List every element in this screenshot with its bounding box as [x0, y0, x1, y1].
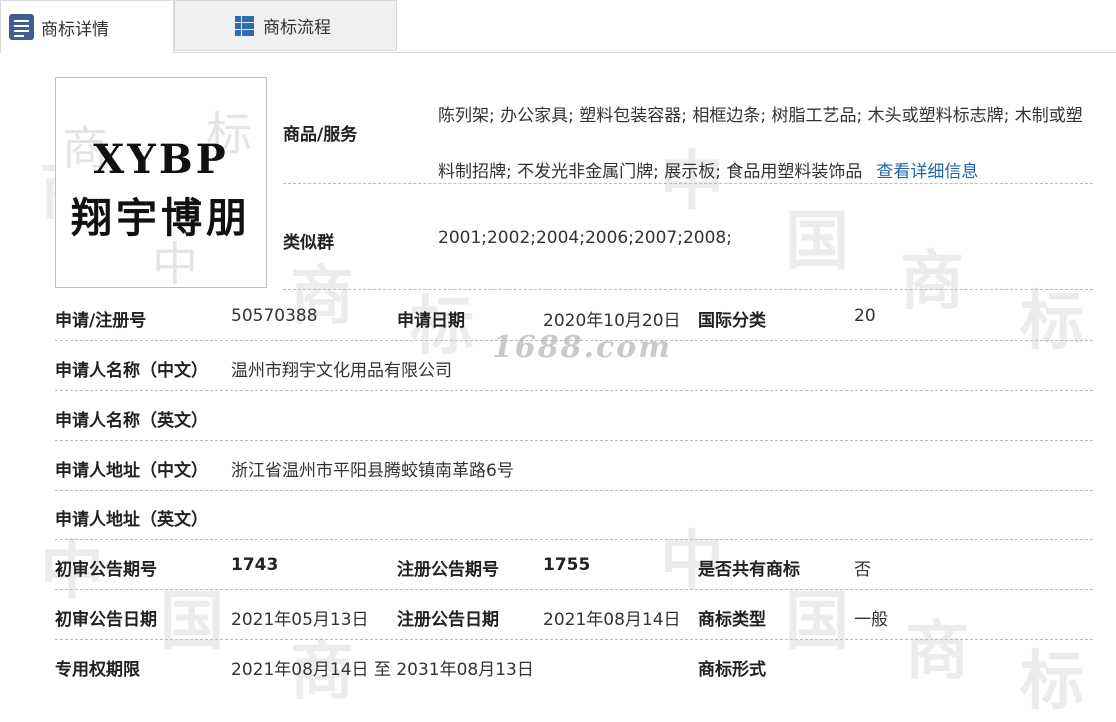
prelim-issue-value: 1743	[231, 555, 279, 575]
reg-date-label: 注册公告日期	[397, 610, 499, 630]
intl-class-label: 国际分类	[698, 311, 766, 331]
tm-form-label: 商标形式	[698, 660, 766, 680]
intl-class-value: 20	[854, 306, 876, 326]
tab-trademark-details[interactable]: 商标详情	[0, 0, 174, 53]
prelim-date-value: 2021年05月13日	[231, 610, 369, 630]
grid-table-icon	[235, 15, 255, 36]
divider	[55, 490, 1093, 491]
watermark-1688: 1688.com	[492, 330, 672, 365]
apply-date-label: 申请日期	[397, 311, 465, 331]
tm-type-value: 一般	[854, 610, 888, 630]
logo-text-en: XYBP	[93, 136, 229, 183]
prelim-date-label: 初审公告日期	[55, 610, 157, 630]
goods-value: 陈列架; 办公家具; 塑料包装容器; 相框边条; 树脂工艺品; 木头或塑料标志牌…	[438, 88, 1098, 200]
similar-group-label: 类似群	[283, 233, 334, 253]
tab-trademark-process[interactable]: 商标流程	[174, 0, 397, 51]
divider	[283, 289, 1093, 290]
prelim-issue-label: 初审公告期号	[55, 560, 157, 580]
applicant-cn-value: 温州市翔宇文化用品有限公司	[231, 361, 452, 381]
applicant-en-label: 申请人名称（英文）	[55, 411, 208, 431]
similar-group-value: 2001;2002;2004;2006;2007;2008;	[438, 228, 732, 248]
trademark-image: 商 标 中 XYBP 翔宇博朋	[55, 77, 267, 288]
reg-no-label: 申请/注册号	[55, 311, 147, 331]
divider	[55, 639, 1093, 640]
exclusive-period-label: 专用权期限	[55, 660, 140, 680]
watermark-glyph: 国	[160, 584, 224, 659]
shared-label: 是否共有商标	[698, 560, 800, 580]
apply-date-value: 2020年10月20日	[543, 311, 681, 331]
divider	[55, 440, 1093, 441]
tab-label: 商标详情	[41, 19, 109, 40]
document-list-icon	[9, 14, 34, 40]
watermark-glyph: 标	[1020, 644, 1084, 719]
tab-label: 商标流程	[263, 18, 331, 38]
divider	[55, 539, 1093, 540]
watermark-glyph: 国	[785, 204, 849, 279]
divider	[55, 340, 1093, 341]
reg-issue-label: 注册公告期号	[397, 560, 499, 580]
tm-type-label: 商标类型	[698, 610, 766, 630]
reg-issue-value: 1755	[543, 555, 591, 575]
divider	[55, 390, 1093, 391]
watermark-glyph: 标	[1020, 284, 1084, 359]
logo-text-cn: 翔宇博朋	[71, 194, 251, 242]
reg-no-value: 50570388	[231, 306, 318, 326]
view-details-link[interactable]: 查看详细信息	[876, 162, 978, 182]
tab-bar: 商标详情 商标流程	[0, 0, 1116, 53]
shared-value: 否	[854, 560, 871, 580]
reg-date-value: 2021年08月14日	[543, 610, 681, 630]
watermark-glyph: 商	[905, 614, 969, 689]
address-cn-value: 浙江省温州市平阳县腾蛟镇南革路6号	[231, 461, 514, 481]
watermark-glyph: 商	[900, 244, 964, 319]
watermark-glyph: 国	[785, 584, 849, 659]
address-en-label: 申请人地址（英文）	[55, 510, 208, 530]
divider	[55, 589, 1093, 590]
goods-label: 商品/服务	[283, 125, 358, 145]
goods-text: 陈列架; 办公家具; 塑料包装容器; 相框边条; 树脂工艺品; 木头或塑料标志牌…	[438, 106, 1083, 182]
applicant-cn-label: 申请人名称（中文）	[55, 361, 208, 381]
address-cn-label: 申请人地址（中文）	[55, 461, 208, 481]
exclusive-period-value: 2021年08月14日 至 2031年08月13日	[231, 660, 534, 680]
